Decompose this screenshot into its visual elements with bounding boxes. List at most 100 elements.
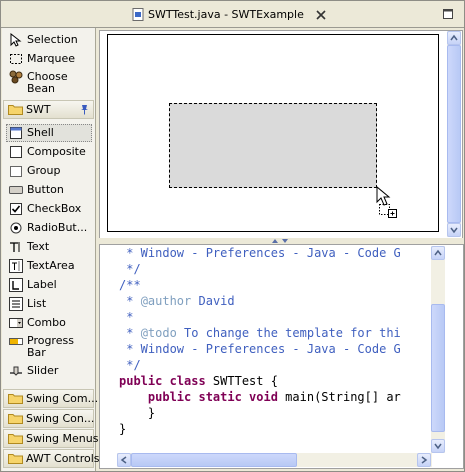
- palette-item-label: RadioBut...: [27, 220, 88, 234]
- chevron-up-icon: [434, 249, 442, 256]
- palette-item-label: Combo: [27, 315, 66, 329]
- javadoc-tag: @todo: [140, 326, 177, 340]
- source-editor[interactable]: * Window - Preferences - Java - Code G *…: [99, 244, 464, 469]
- choose-bean-icon: [9, 70, 23, 84]
- window-title: SWTTest.java - SWTExample: [148, 8, 304, 21]
- code-line: }: [119, 422, 127, 436]
- code-text: main(String[] ar: [277, 390, 401, 404]
- keyword: public static void: [147, 390, 278, 404]
- code-line: * Window - Preferences - Java - Code G: [119, 342, 401, 356]
- combo-icon: [9, 317, 23, 328]
- folder-icon: [8, 434, 23, 444]
- code-text: SWTTest {: [205, 374, 278, 388]
- scroll-up-button[interactable]: [431, 246, 445, 260]
- scroll-left-button[interactable]: [117, 453, 131, 467]
- drawer-label: Swing Menus: [26, 432, 99, 445]
- palette-item-label: Text: [27, 239, 50, 253]
- chevron-up-icon: [450, 34, 458, 41]
- slider-icon: [10, 366, 22, 376]
- java-file-icon: [132, 8, 144, 21]
- editor-vertical-scrollbar[interactable]: [431, 246, 445, 453]
- drawer-swing-menus[interactable]: Swing Menus: [3, 429, 98, 448]
- palette-item-textarea[interactable]: TextArea: [2, 256, 95, 275]
- palette-item-label: Progress Bar: [27, 334, 74, 359]
- scroll-thumb[interactable]: [131, 453, 297, 467]
- palette-item-group[interactable]: Group: [2, 161, 95, 180]
- palette-item-label: CheckBox: [27, 201, 82, 215]
- chevron-left-icon: [120, 456, 127, 464]
- checkbox-icon: [10, 202, 22, 215]
- scroll-right-button[interactable]: [417, 453, 431, 467]
- chevron-down-icon: [450, 227, 458, 234]
- scroll-thumb[interactable]: [447, 45, 461, 223]
- progress-bar-icon: [9, 338, 23, 345]
- drawer-label: SWT: [26, 103, 51, 116]
- scroll-thumb[interactable]: [431, 304, 445, 432]
- folder-icon: [8, 414, 23, 424]
- palette-item-text[interactable]: Text: [2, 237, 95, 256]
- shell-icon: [10, 126, 22, 139]
- arrow-cursor-icon: [10, 32, 22, 47]
- palette-item-label: TextArea: [27, 258, 75, 272]
- code-line: * Window - Preferences - Java - Code G: [119, 246, 401, 260]
- code-line: * @author David: [119, 293, 439, 309]
- editor-horizontal-scrollbar[interactable]: [117, 453, 432, 467]
- palette-item-radio[interactable]: RadioBut...: [2, 218, 95, 237]
- pin-icon[interactable]: [80, 104, 89, 115]
- marquee-selection[interactable]: [169, 103, 377, 188]
- folder-icon: [8, 394, 23, 404]
- code-line: public static void main(String[] ar: [119, 389, 439, 405]
- palette-item-label: Button: [27, 182, 64, 196]
- drawer-swing-containers[interactable]: Swing Con...: [3, 409, 94, 428]
- drawer-swing-components[interactable]: Swing Com...: [3, 389, 98, 408]
- chevron-right-icon: [421, 456, 428, 464]
- tool-marquee[interactable]: Marquee: [2, 49, 95, 68]
- code-line: public class SWTTest {: [119, 373, 439, 389]
- textarea-icon: [9, 258, 23, 273]
- code-text: David: [191, 294, 235, 308]
- palette-item-shell[interactable]: Shell: [2, 123, 95, 142]
- composite-icon: [10, 145, 22, 158]
- drawer-awt-controls[interactable]: AWT Controls: [3, 449, 100, 468]
- palette-item-progress-bar[interactable]: Progress Bar: [2, 332, 95, 362]
- scroll-down-button[interactable]: [447, 223, 461, 237]
- tool-choose-bean[interactable]: Choose Bean: [2, 68, 95, 96]
- maximize-icon[interactable]: [443, 9, 453, 19]
- palette-item-label: Group: [27, 163, 61, 177]
- label-icon: [9, 277, 23, 292]
- tool-label: Marquee: [27, 51, 76, 65]
- palette-item-checkbox[interactable]: CheckBox: [2, 199, 95, 218]
- code-line: *: [119, 310, 134, 324]
- title-bar: SWTTest.java - SWTExample: [1, 1, 464, 27]
- palette-item-label: Composite: [27, 144, 86, 158]
- close-x-icon[interactable]: [316, 9, 326, 20]
- palette-item-label[interactable]: Label: [2, 275, 95, 294]
- canvas-vertical-scrollbar[interactable]: [447, 31, 461, 237]
- folder-icon: [8, 105, 23, 115]
- tool-label: Choose Bean: [27, 70, 68, 95]
- palette: Selection Marquee Choose Bean SWT Shell …: [2, 28, 100, 471]
- palette-item-slider[interactable]: Slider: [2, 361, 95, 380]
- tool-selection[interactable]: Selection: [2, 30, 95, 49]
- palette-item-composite[interactable]: Composite: [2, 142, 95, 161]
- code-text: *: [119, 294, 141, 308]
- source-code[interactable]: * Window - Preferences - Java - Code G *…: [119, 245, 439, 455]
- keyword: public class: [119, 374, 206, 388]
- scroll-down-button[interactable]: [431, 439, 445, 453]
- palette-item-button[interactable]: Button: [2, 180, 95, 199]
- palette-item-combo[interactable]: Combo: [2, 313, 95, 332]
- palette-item-list[interactable]: List: [2, 294, 95, 313]
- scroll-up-button[interactable]: [447, 31, 461, 45]
- code-text: To change the template for thi: [176, 326, 401, 340]
- palette-item-label: Slider: [27, 363, 59, 377]
- drawer-label: Swing Com...: [26, 392, 99, 405]
- editor-window: SWTTest.java - SWTExample Selection Marq…: [0, 0, 465, 472]
- marquee-cursor-icon: [376, 185, 397, 218]
- drawer-swt[interactable]: SWT: [3, 100, 94, 119]
- code-line: }: [119, 406, 156, 420]
- editor-tab[interactable]: SWTTest.java - SWTExample: [132, 5, 326, 24]
- tool-label: Selection: [27, 32, 78, 46]
- list-icon: [9, 296, 23, 311]
- javadoc-tag: @author: [140, 294, 192, 308]
